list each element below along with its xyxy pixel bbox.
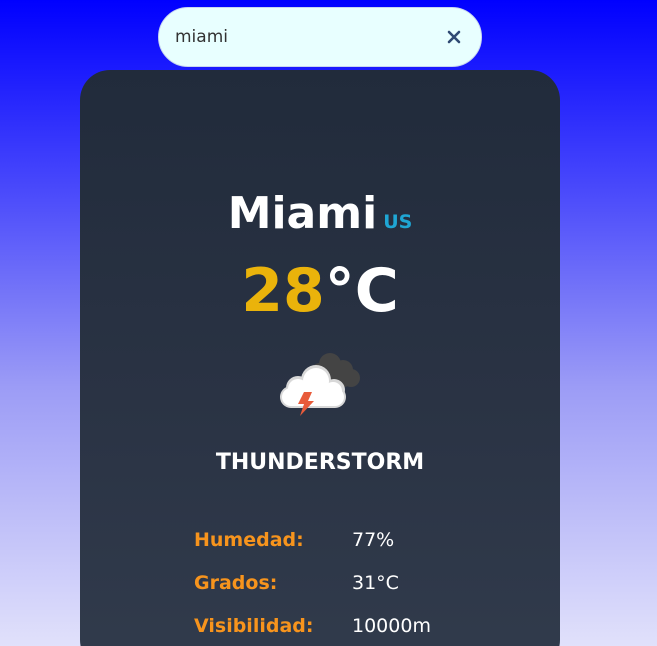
clear-search-button[interactable] <box>441 24 467 50</box>
detail-row-visibility: Visibilidad: 10000m <box>194 604 494 646</box>
search-bar <box>158 7 482 67</box>
country-code: US <box>383 211 413 233</box>
thunderstorm-cloud-icon <box>280 353 360 416</box>
detail-row-humidity: Humedad: 77% <box>194 518 494 561</box>
humidity-label: Humedad: <box>194 528 304 551</box>
weather-condition: THUNDERSTORM <box>215 450 425 475</box>
temperature-display: 28°C <box>80 258 560 324</box>
temperature-value: 28 <box>241 256 325 326</box>
temperature-unit: °C <box>324 256 399 326</box>
search-input[interactable] <box>175 27 441 47</box>
detail-row-degrees: Grados: 31°C <box>194 561 494 604</box>
degrees-label: Grados: <box>194 571 278 594</box>
visibility-value: 10000m <box>352 614 431 637</box>
weather-details: Humedad: 77% Grados: 31°C Visibilidad: 1… <box>194 518 494 646</box>
close-icon <box>447 30 461 44</box>
weather-card: Miami US 28°C THUNDERSTORM Humedad: 77% G… <box>80 70 560 646</box>
city-name: Miami <box>227 188 378 239</box>
degrees-value: 31°C <box>352 571 399 594</box>
visibility-label: Visibilidad: <box>194 614 314 637</box>
humidity-value: 77% <box>352 528 395 551</box>
location-heading: Miami US <box>80 188 560 239</box>
